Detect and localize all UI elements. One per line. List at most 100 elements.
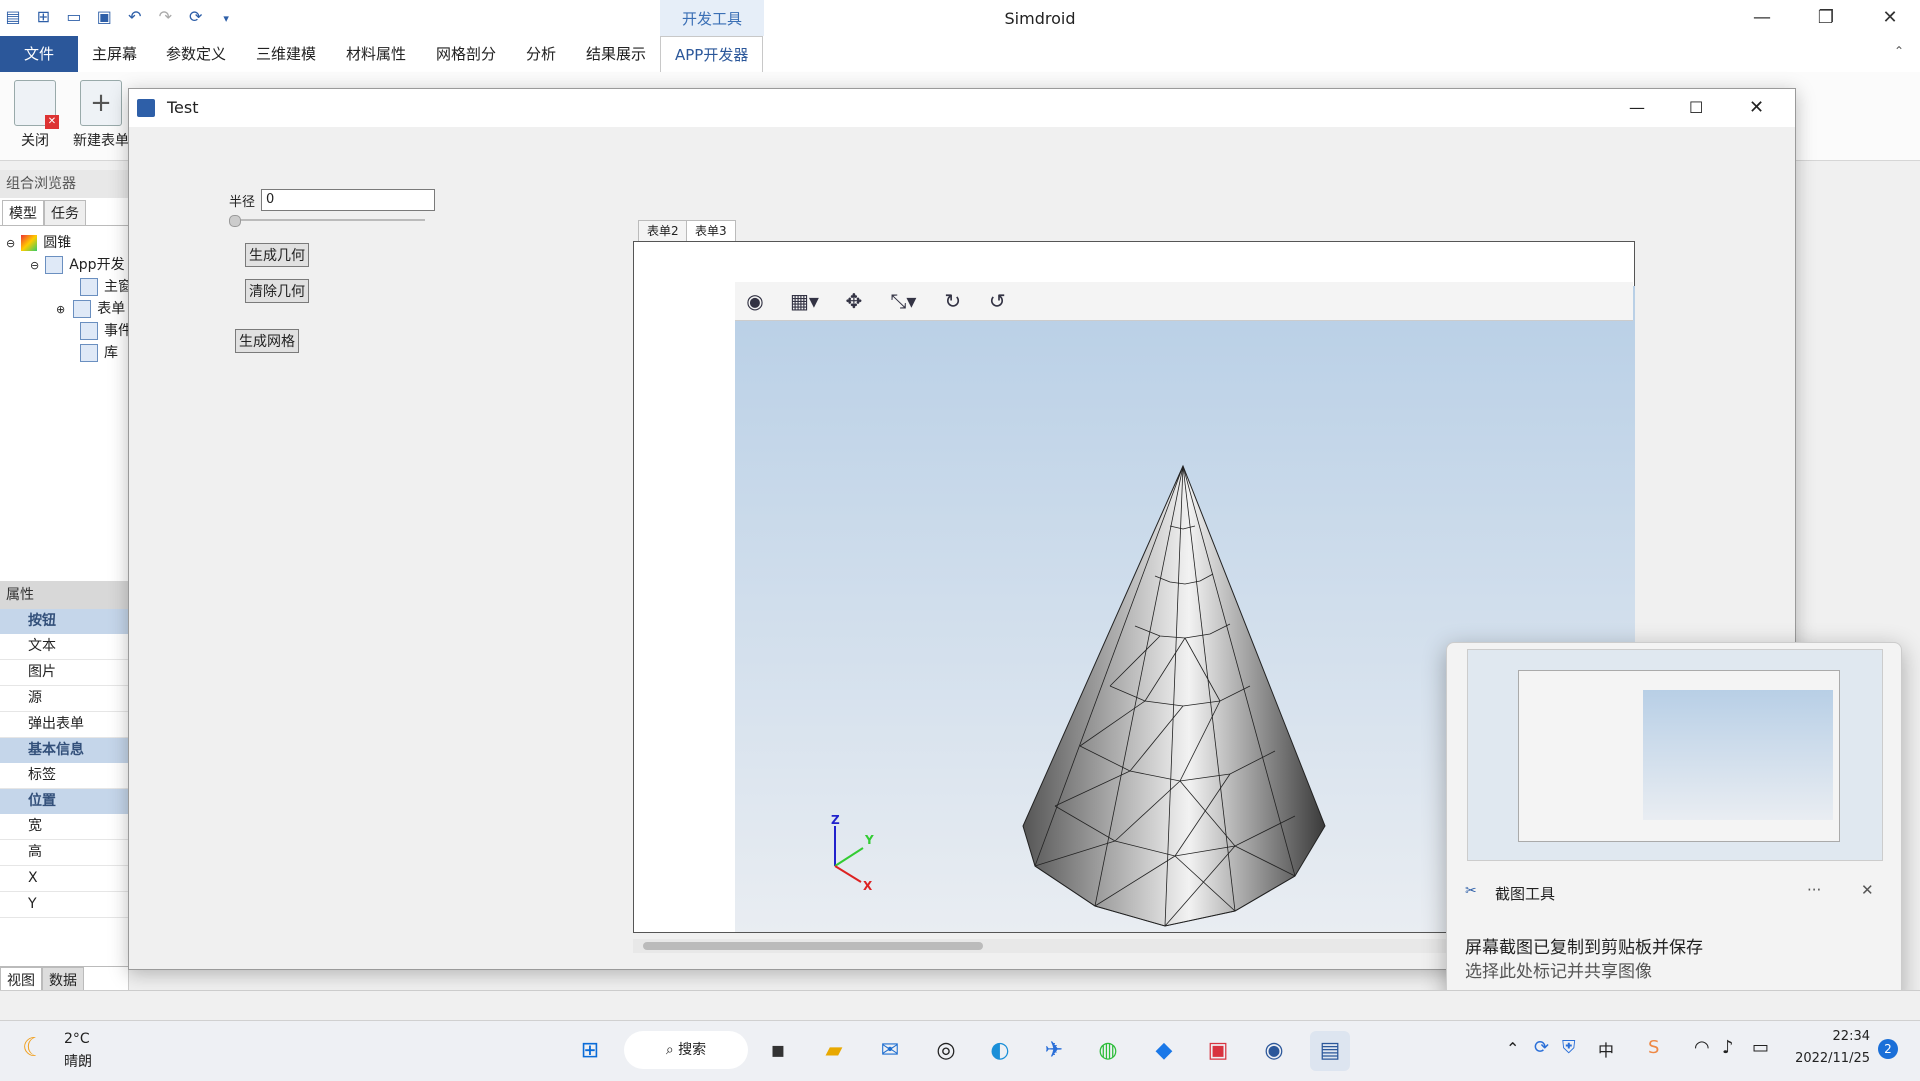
notif-subtitle: 选择此处标记并共享图像: [1465, 962, 1652, 982]
screenshot-thumbnail[interactable]: [1467, 649, 1883, 861]
file-explorer-icon[interactable]: ▰: [814, 1031, 854, 1071]
sogou-icon[interactable]: S: [1648, 1037, 1659, 1058]
clear-geometry-button[interactable]: 清除几何: [245, 279, 309, 303]
pdf-icon[interactable]: ▣: [1198, 1031, 1238, 1071]
property-row[interactable]: 标签: [0, 763, 128, 789]
forms-icon: [73, 300, 92, 318]
customize-toolbar-icon[interactable]: ▾: [215, 12, 237, 34]
tree-item-events[interactable]: 事件: [80, 320, 132, 340]
restore-button[interactable]: ❐: [1796, 0, 1856, 36]
notif-close-button[interactable]: ✕: [1861, 881, 1874, 899]
clock-time[interactable]: 22:34: [1800, 1029, 1870, 1044]
axis-orientation-icon[interactable]: ⤡▾: [881, 284, 925, 318]
generate-geometry-button[interactable]: 生成几何: [245, 243, 309, 267]
ime-icon[interactable]: 中: [1598, 1037, 1614, 1061]
rotate-cw-icon[interactable]: ↻: [936, 284, 970, 318]
simdroid-taskbar-icon[interactable]: ▤: [1310, 1031, 1350, 1071]
tab-data[interactable]: 数据: [42, 967, 84, 992]
app-icon-blue[interactable]: ◆: [1144, 1031, 1184, 1071]
simdroid-alt-icon[interactable]: ◉: [1254, 1031, 1294, 1071]
tab-materials[interactable]: 材料属性: [332, 36, 420, 72]
tab-model[interactable]: 模型: [2, 200, 44, 225]
tab-form3[interactable]: 表单3: [686, 220, 736, 241]
radius-input[interactable]: 0: [261, 189, 435, 211]
new-file-icon[interactable]: ⊞: [32, 7, 54, 29]
security-icon[interactable]: ⛨: [1562, 1037, 1576, 1058]
clock-date[interactable]: 2022/11/25: [1792, 1051, 1870, 1066]
generate-mesh-button[interactable]: 生成网格: [235, 329, 299, 353]
tree-label-root: 圆锥: [43, 235, 72, 251]
collapse-ribbon-icon[interactable]: ⌃: [1894, 44, 1904, 58]
radius-slider[interactable]: [229, 215, 425, 227]
property-row[interactable]: 源: [0, 686, 128, 712]
property-row[interactable]: 图片: [0, 660, 128, 686]
close-window-button[interactable]: ✕: [1860, 0, 1920, 36]
moon-weather-icon[interactable]: ☾: [22, 1033, 45, 1063]
refresh-icon[interactable]: ⟳: [185, 7, 207, 29]
property-row[interactable]: 宽: [0, 814, 128, 840]
tree-item-app[interactable]: ⊖ App开发: [30, 254, 125, 274]
tab-file[interactable]: 文件: [0, 36, 79, 72]
tab-form2[interactable]: 表单2: [638, 220, 688, 241]
feishu-icon[interactable]: ✈: [1034, 1031, 1074, 1071]
mail-icon[interactable]: ✉: [870, 1031, 910, 1071]
volume-icon[interactable]: ♪: [1722, 1037, 1734, 1058]
tab-view[interactable]: 视图: [0, 967, 42, 992]
edge-icon[interactable]: ◐: [980, 1031, 1020, 1071]
slider-handle[interactable]: [229, 215, 241, 227]
horizontal-scrollbar[interactable]: [633, 939, 1533, 953]
minimize-button[interactable]: —: [1732, 0, 1792, 36]
tab-home[interactable]: 主屏幕: [78, 36, 151, 72]
dialog-maximize-button[interactable]: ☐: [1689, 89, 1703, 127]
tab-parameters[interactable]: 参数定义: [152, 36, 240, 72]
battery-icon[interactable]: ▭: [1752, 1037, 1769, 1058]
axis-y-label: Y: [864, 833, 874, 847]
collapse-icon[interactable]: ⊖: [30, 259, 39, 272]
close-ribbon-button[interactable]: ✕ 关闭: [0, 80, 70, 150]
undo-icon[interactable]: ↶: [124, 7, 146, 29]
task-view-icon[interactable]: ▪: [758, 1031, 798, 1071]
scrollbar-thumb[interactable]: [643, 942, 983, 950]
tab-app-developer[interactable]: APP开发器: [660, 36, 764, 74]
new-form-button[interactable]: + 新建表单: [66, 80, 136, 150]
dialog-minimize-button[interactable]: —: [1629, 89, 1645, 127]
property-row[interactable]: 弹出表单: [0, 712, 128, 738]
tab-results[interactable]: 结果展示: [572, 36, 660, 72]
camera-icon[interactable]: ◉: [738, 284, 772, 318]
tab-analysis[interactable]: 分析: [512, 36, 570, 72]
properties-title: 属性: [0, 581, 128, 609]
property-row[interactable]: X: [0, 866, 128, 892]
tree-item-cone[interactable]: ⊖ 圆锥: [6, 232, 71, 252]
notif-more-button[interactable]: ···: [1807, 881, 1821, 899]
wifi-icon[interactable]: ◠: [1694, 1037, 1710, 1058]
tab-task[interactable]: 任务: [44, 200, 86, 225]
tab-3d-modeling[interactable]: 三维建模: [242, 36, 330, 72]
rotate-ccw-icon[interactable]: ↺: [980, 284, 1014, 318]
sync-icon[interactable]: ⟳: [1534, 1037, 1549, 1058]
wechat-icon[interactable]: ◍: [1088, 1031, 1128, 1071]
open-folder-icon[interactable]: ▭: [63, 7, 85, 29]
search-box[interactable]: ⌕ 搜索: [624, 1031, 748, 1069]
property-row[interactable]: 高: [0, 840, 128, 866]
tree-item-main-window[interactable]: 主窗: [80, 276, 132, 296]
view-cube-icon[interactable]: ▦▾: [782, 284, 826, 318]
expand-icon[interactable]: ⊕: [56, 303, 65, 316]
tree-item-library[interactable]: 库: [80, 342, 118, 362]
save-icon[interactable]: ▣: [93, 7, 115, 29]
dell-icon[interactable]: ◎: [926, 1031, 966, 1071]
redo-icon[interactable]: ↷: [154, 7, 176, 29]
property-row[interactable]: Y: [0, 892, 128, 918]
dialog-title-bar: Test — ☐ ✕: [129, 89, 1795, 127]
notification-badge[interactable]: 2: [1878, 1039, 1898, 1059]
fit-view-icon[interactable]: ✥: [837, 284, 871, 318]
dialog-close-button[interactable]: ✕: [1749, 89, 1764, 127]
tree-item-forms[interactable]: ⊕ 表单: [56, 298, 125, 318]
snipping-notification[interactable]: ✂ 截图工具 ··· ✕ 屏幕截图已复制到剪贴板并保存 选择此处标记并共享图像: [1446, 642, 1902, 1004]
tray-overflow-icon[interactable]: ⌃: [1506, 1039, 1519, 1058]
bottom-tabs: 视图 数据: [0, 966, 128, 992]
collapse-icon[interactable]: ⊖: [6, 237, 15, 250]
left-panel: 组合浏览器 模型 任务 ⊖ 圆锥 ⊖ App开发 主窗 ⊕ 表单 事件 库 属性 按钮文…: [0, 170, 132, 992]
start-icon[interactable]: ⊞: [570, 1031, 610, 1071]
property-row[interactable]: 文本: [0, 634, 128, 660]
tab-meshing[interactable]: 网格剖分: [422, 36, 510, 72]
